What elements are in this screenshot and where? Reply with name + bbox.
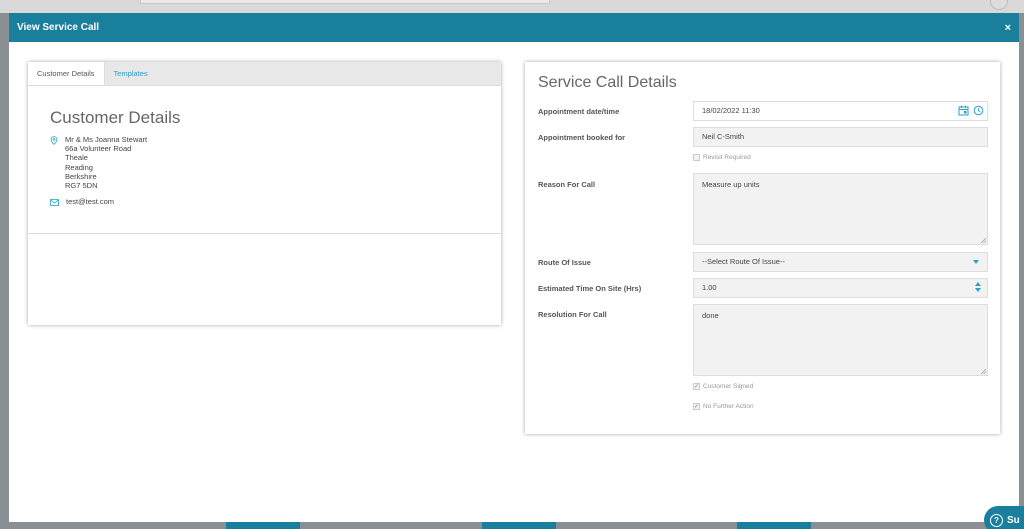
booked-for-label: Appointment booked for	[538, 133, 626, 142]
no-further-action-label: No Further Action	[703, 403, 754, 410]
address-line: Reading	[65, 162, 93, 172]
background-bottom-strip	[0, 522, 1024, 529]
background-avatar	[990, 0, 1008, 10]
customer-email-row: test@test.com	[50, 197, 479, 206]
tab-templates[interactable]: Templates	[105, 62, 157, 85]
route-of-issue-label: Route Of Issue	[538, 258, 591, 267]
customer-details-body: Customer Details Mr & Ms Joanna Stewart …	[28, 86, 501, 234]
resolution-label: Resolution For Call	[538, 310, 607, 319]
tab-customer-details[interactable]: Customer Details	[28, 62, 105, 85]
estimated-time-input[interactable]: 1.00	[693, 278, 988, 298]
customer-email[interactable]: test@test.com	[66, 197, 114, 206]
datetime-buttons	[958, 105, 984, 116]
address-line: RG7 5DN	[65, 181, 98, 191]
appointment-value: 18/02/2022 11:30	[702, 106, 760, 115]
background-tab-segment	[226, 522, 300, 529]
customer-address: Mr & Ms Joanna Stewart 66a Volunteer Roa…	[50, 135, 479, 190]
customer-details-heading: Customer Details	[50, 108, 181, 127]
modal-header: View Service Call ×	[9, 13, 1019, 42]
address-line: Mr & Ms Joanna Stewart	[65, 135, 148, 144]
modal-title: View Service Call	[17, 22, 100, 33]
address-line: 66a Volunteer Road	[65, 144, 132, 154]
background-tab-segment	[482, 522, 556, 529]
spin-up-icon[interactable]	[975, 282, 981, 286]
service-call-modal: View Service Call × Customer Details Tem…	[9, 13, 1019, 522]
appointment-label: Appointment date/time	[538, 107, 620, 116]
address-lines: Mr & Ms Joanna Stewart 66a Volunteer Roa…	[65, 135, 147, 190]
reason-textarea[interactable]: Measure up units	[693, 173, 988, 245]
customer-signed-checkbox[interactable]: ✓	[693, 383, 700, 390]
envelope-icon	[50, 198, 59, 206]
background-top-bar	[0, 0, 1024, 13]
appointment-datetime-field[interactable]: 18/02/2022 11:30	[693, 101, 988, 121]
revisit-required-row: Revisit Required	[693, 154, 751, 161]
route-of-issue-value: --Select Route Of Issue--	[702, 257, 785, 266]
estimated-time-value: 1.00	[702, 283, 717, 292]
no-further-action-row: ✓ No Further Action	[693, 403, 754, 410]
customer-tabs: Customer Details Templates	[28, 62, 501, 86]
question-icon: ?	[990, 513, 1003, 527]
background-tab-segment	[737, 522, 811, 529]
calendar-icon[interactable]	[958, 105, 969, 116]
reason-value: Measure up units	[702, 180, 760, 189]
background-right-strip	[1019, 13, 1024, 529]
support-button[interactable]: ? Su	[984, 506, 1024, 529]
customer-signed-row: ✓ Customer Signed	[693, 383, 753, 390]
estimated-time-label: Estimated Time On Site (Hrs)	[538, 284, 642, 293]
background-search-field	[140, 0, 550, 4]
spin-down-icon[interactable]	[975, 288, 981, 292]
number-spinner[interactable]	[975, 282, 981, 292]
background-left-strip	[0, 13, 9, 529]
resolution-textarea[interactable]: done	[693, 304, 988, 376]
revisit-required-checkbox[interactable]	[693, 154, 700, 161]
booked-for-field[interactable]: Neil C-Smith	[693, 127, 988, 147]
clock-icon[interactable]	[973, 105, 984, 116]
address-line: Berkshire	[65, 171, 97, 181]
resolution-value: done	[702, 311, 719, 320]
revisit-required-label: Revisit Required	[703, 154, 751, 161]
support-label: Su	[1007, 514, 1020, 526]
map-pin-icon	[50, 136, 58, 145]
customer-panel: Customer Details Templates Customer Deta…	[28, 62, 501, 325]
route-of-issue-select[interactable]: --Select Route Of Issue--	[693, 252, 988, 272]
chevron-down-icon	[973, 260, 979, 264]
customer-signed-label: Customer Signed	[703, 383, 754, 390]
service-call-panel: Service Call Details Appointment date/ti…	[525, 62, 1000, 434]
address-line: Theale	[65, 153, 88, 163]
no-further-action-checkbox[interactable]: ✓	[693, 403, 700, 410]
close-icon[interactable]: ×	[1005, 22, 1011, 34]
resize-handle-icon[interactable]	[980, 237, 986, 243]
service-call-heading: Service Call Details	[538, 74, 677, 91]
reason-label: Reason For Call	[538, 180, 596, 189]
resize-handle-icon[interactable]	[980, 368, 986, 374]
